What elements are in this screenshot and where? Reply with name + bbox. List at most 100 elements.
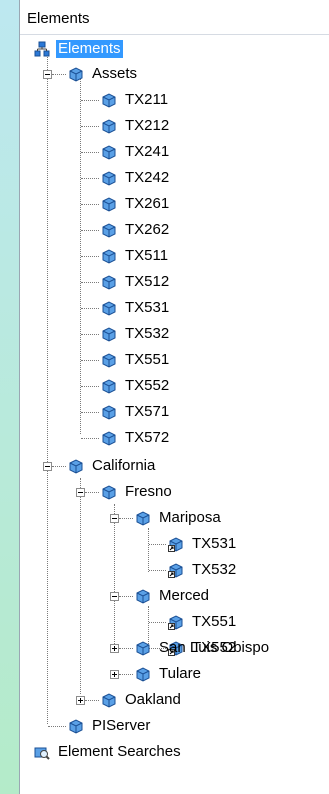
linked-element-icon (168, 615, 183, 630)
tree-node-label: Tulare (159, 665, 201, 682)
tree-node-label: Oakland (125, 691, 181, 708)
tree-node-label: Merced (159, 587, 210, 604)
tree-node-leaf[interactable]: TX571 (101, 401, 171, 423)
tree-line (81, 100, 99, 101)
tree-node-label: TX211 (125, 91, 169, 108)
tree-node-label: TX262 (125, 221, 170, 238)
tree-line (80, 478, 81, 694)
tree-node-label: TX552 (125, 377, 170, 394)
tree-line (80, 74, 81, 434)
expand-toggle[interactable] (110, 644, 119, 653)
tree-line (81, 308, 99, 309)
element-tree[interactable]: Elements Assets TX211 TX212 TX241 TX242 TX26… (20, 34, 329, 794)
tree-node-leaf[interactable]: TX531 (168, 533, 238, 555)
tree-line (81, 412, 99, 413)
element-cube-icon (102, 197, 116, 212)
tree-line (52, 74, 66, 75)
expand-toggle[interactable] (110, 670, 119, 679)
element-cube-icon (69, 719, 83, 734)
linked-element-icon (168, 563, 183, 578)
tree-node-leaf[interactable]: TX241 (101, 141, 171, 163)
expand-toggle[interactable] (76, 696, 85, 705)
element-cube-icon (136, 641, 150, 656)
tree-line (81, 334, 99, 335)
tree-line (149, 544, 166, 545)
tree-node-leaf[interactable]: TX242 (101, 167, 171, 189)
tree-line (81, 126, 99, 127)
tree-line (119, 596, 133, 597)
tree-node-leaf[interactable]: TX532 (168, 559, 238, 581)
tree-line (85, 492, 99, 493)
tree-node-element-searches[interactable]: Element Searches (34, 741, 183, 763)
panel-title: Elements (27, 10, 90, 27)
tree-node-leaf[interactable]: TX211 (101, 89, 170, 111)
tree-line (148, 528, 149, 572)
element-cube-icon (136, 667, 150, 682)
tree-node-leaf[interactable]: TX212 (101, 115, 171, 137)
tree-node-california[interactable]: California (68, 455, 157, 477)
tree-node-label: TX532 (125, 325, 170, 342)
tree-line (119, 518, 133, 519)
element-cube-icon (102, 301, 116, 316)
tree-line (81, 204, 99, 205)
tree-node-label: TX512 (125, 273, 170, 290)
element-cube-icon (102, 405, 116, 420)
tree-line (114, 504, 115, 644)
tree-node-leaf[interactable]: TX551 (101, 349, 171, 371)
tree-node-leaf[interactable]: TX261 (101, 193, 171, 215)
element-cube-icon (102, 353, 116, 368)
collapse-toggle[interactable] (110, 514, 119, 523)
tree-line (119, 648, 133, 649)
tree-node-piserver[interactable]: PIServer (68, 715, 152, 737)
collapse-toggle[interactable] (43, 462, 52, 471)
tree-node-leaf[interactable]: TX531 (101, 297, 171, 319)
tree-node-label: TX242 (125, 169, 170, 186)
element-cube-icon (102, 223, 116, 238)
tree-node-label: TX241 (125, 143, 170, 160)
tree-node-leaf[interactable]: TX262 (101, 219, 171, 241)
tree-node-label: TX261 (125, 195, 170, 212)
tree-line (81, 386, 99, 387)
element-cube-icon (69, 67, 83, 82)
tree-node-label: PIServer (92, 717, 151, 734)
tree-node-label: TX511 (125, 247, 169, 264)
tree-line (149, 570, 166, 571)
element-cube-icon (102, 275, 116, 290)
tree-node-mariposa[interactable]: Mariposa (135, 507, 223, 529)
tree-node-label: TX551 (192, 613, 237, 630)
elements-pane: Elements Elements Assets TX211 TX212 TX2… (19, 0, 329, 794)
tree-node-tulare[interactable]: Tulare (135, 663, 203, 685)
element-cube-icon (102, 249, 116, 264)
element-cube-icon (102, 327, 116, 342)
collapse-toggle[interactable] (76, 488, 85, 497)
tree-line (48, 726, 66, 727)
tree-node-elements-root[interactable]: Elements (34, 38, 123, 60)
tree-node-merced[interactable]: Merced (135, 585, 211, 607)
left-strip (0, 0, 19, 794)
tree-node-leaf[interactable]: TX572 (101, 427, 171, 449)
tree-node-leaf[interactable]: TX551 (168, 611, 238, 633)
tree-node-label: San Luis Obispo (159, 639, 270, 656)
tree-node-oakland[interactable]: Oakland (101, 689, 183, 711)
tree-node-label: California (92, 457, 156, 474)
tree-node-label: TX532 (192, 561, 237, 578)
collapse-toggle[interactable] (43, 70, 52, 79)
element-cube-icon (102, 119, 116, 134)
tree-node-assets[interactable]: Assets (68, 63, 139, 85)
tree-node-leaf[interactable]: TX512 (101, 271, 171, 293)
tree-node-label: Fresno (125, 483, 172, 500)
collapse-toggle[interactable] (110, 592, 119, 601)
element-cube-icon (102, 171, 116, 186)
element-cube-icon (136, 511, 150, 526)
tree-node-leaf[interactable]: TX552 (101, 375, 171, 397)
tree-node-label: TX531 (192, 535, 237, 552)
tree-node-san-luis-obispo[interactable]: San Luis Obispo (135, 637, 271, 659)
tree-line (81, 152, 99, 153)
tree-node-leaf[interactable]: TX511 (101, 245, 170, 267)
tree-node-leaf[interactable]: TX532 (101, 323, 171, 345)
tree-line (52, 466, 66, 467)
tree-line (149, 622, 166, 623)
tree-node-label: Mariposa (159, 509, 221, 526)
tree-node-label: Element Searches (58, 743, 181, 760)
tree-node-fresno[interactable]: Fresno (101, 481, 174, 503)
